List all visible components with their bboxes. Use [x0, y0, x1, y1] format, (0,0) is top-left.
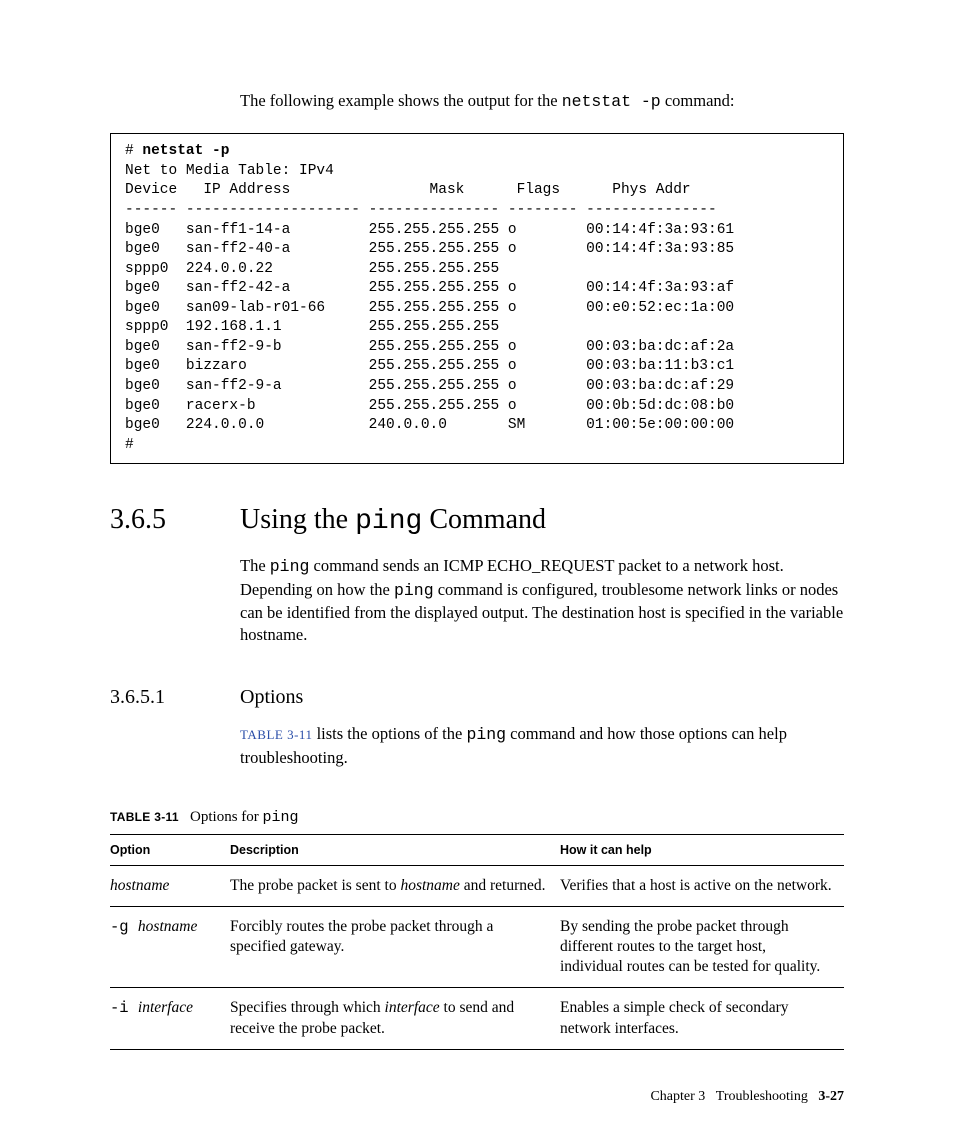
col-header-help: How it can help: [560, 834, 844, 865]
desc-ital: hostname: [400, 877, 459, 894]
cell-option: -i interface: [110, 988, 230, 1049]
opt-ital: hostname: [138, 918, 197, 935]
table-xref[interactable]: TABLE 3-11: [240, 727, 312, 742]
cell-help: By sending the probe packet through diff…: [560, 907, 844, 988]
code-row: bge0 bizzaro 255.255.255.255 o 00:03:ba:…: [125, 358, 734, 374]
code-prompt: #: [125, 143, 142, 159]
code-rule: ------ -------------------- ------------…: [125, 202, 717, 218]
cell-description: The probe packet is sent to hostname and…: [230, 865, 560, 906]
cell-help: Verifies that a host is active on the ne…: [560, 865, 844, 906]
inline-code: ping: [270, 557, 310, 576]
table-caption-text: Options for: [190, 809, 263, 825]
code-row: bge0 racerx-b 255.255.255.255 o 00:0b:5d…: [125, 398, 734, 414]
desc-post: and returned.: [460, 877, 546, 894]
page-footer: Chapter 3 Troubleshooting 3-27: [650, 1089, 844, 1105]
subsection-heading: 3.6.5.1Options: [110, 686, 844, 709]
section-paragraph: The ping command sends an ICMP ECHO_REQU…: [110, 555, 844, 646]
code-row: sppp0 224.0.0.22 255.255.255.255: [125, 261, 499, 277]
subsection-title: Options: [240, 686, 303, 708]
opt-ital: hostname: [110, 877, 169, 894]
code-row: sppp0 192.168.1.1 255.255.255.255: [125, 319, 499, 335]
section-number: 3.6.5: [110, 504, 240, 536]
intro-post: command:: [661, 91, 735, 110]
cell-description: Forcibly routes the probe packet through…: [230, 907, 560, 988]
opt-ital: interface: [138, 999, 193, 1016]
table-row: -i interface Specifies through which int…: [110, 988, 844, 1049]
text: The: [240, 556, 270, 575]
cell-option: hostname: [110, 865, 230, 906]
section-title-pre: Using the: [240, 504, 355, 535]
code-row: bge0 san-ff1-14-a 255.255.255.255 o 00:1…: [125, 222, 734, 238]
code-row: bge0 san-ff2-9-a 255.255.255.255 o 00:03…: [125, 378, 734, 394]
code-row: bge0 san-ff2-9-b 255.255.255.255 o 00:03…: [125, 339, 734, 355]
table-caption-label: TABLE 3-11: [110, 810, 179, 824]
cell-help: Enables a simple check of secondary netw…: [560, 988, 844, 1049]
cell-option: -g hostname: [110, 907, 230, 988]
opt-code: -i: [110, 999, 138, 1017]
desc-pre: Forcibly routes the probe packet through…: [230, 918, 493, 955]
footer-chapter: Chapter 3: [650, 1089, 705, 1104]
table-caption-code: ping: [263, 809, 299, 826]
section-title-post: Command: [422, 504, 546, 535]
cell-description: Specifies through which interface to sen…: [230, 988, 560, 1049]
code-header-2: Device IP Address Mask Flags Phys Addr: [125, 182, 691, 198]
desc-pre: Specifies through which: [230, 999, 385, 1016]
code-prompt-end: #: [125, 437, 134, 453]
inline-code: ping: [466, 725, 506, 744]
col-header-description: Description: [230, 834, 560, 865]
col-header-option: Option: [110, 834, 230, 865]
table-header-row: Option Description How it can help: [110, 834, 844, 865]
section-title-code: ping: [355, 506, 422, 537]
code-block: # netstat -p Net to Media Table: IPv4 De…: [110, 133, 844, 464]
footer-title: Troubleshooting: [716, 1089, 808, 1104]
options-table: Option Description How it can help hostn…: [110, 834, 844, 1050]
desc-ital: interface: [385, 999, 440, 1016]
code-row: bge0 san09-lab-r01-66 255.255.255.255 o …: [125, 300, 734, 316]
code-cmd: netstat -p: [142, 143, 229, 159]
page: The following example shows the output f…: [0, 0, 954, 1145]
subsection-paragraph: TABLE 3-11 lists the options of the ping…: [110, 723, 844, 769]
opt-code: -g: [110, 918, 138, 936]
intro-cmd: netstat -p: [562, 92, 661, 111]
code-row: bge0 224.0.0.0 240.0.0.0 SM 01:00:5e:00:…: [125, 417, 734, 433]
footer-page: 3-27: [818, 1089, 844, 1104]
code-header-1: Net to Media Table: IPv4: [125, 163, 334, 179]
code-row: bge0 san-ff2-40-a 255.255.255.255 o 00:1…: [125, 241, 734, 257]
code-row: bge0 san-ff2-42-a 255.255.255.255 o 00:1…: [125, 280, 734, 296]
table-row: hostname The probe packet is sent to hos…: [110, 865, 844, 906]
table-row: -g hostname Forcibly routes the probe pa…: [110, 907, 844, 988]
inline-code: ping: [394, 581, 434, 600]
text: lists the options of the: [312, 724, 466, 743]
intro-paragraph: The following example shows the output f…: [110, 90, 844, 113]
table-caption: TABLE 3-11 Options for ping: [110, 809, 844, 826]
subsection-number: 3.6.5.1: [110, 686, 240, 709]
desc-pre: The probe packet is sent to: [230, 877, 400, 894]
intro-pre: The following example shows the output f…: [240, 91, 562, 110]
section-heading: 3.6.5Using the ping Command: [110, 504, 844, 537]
